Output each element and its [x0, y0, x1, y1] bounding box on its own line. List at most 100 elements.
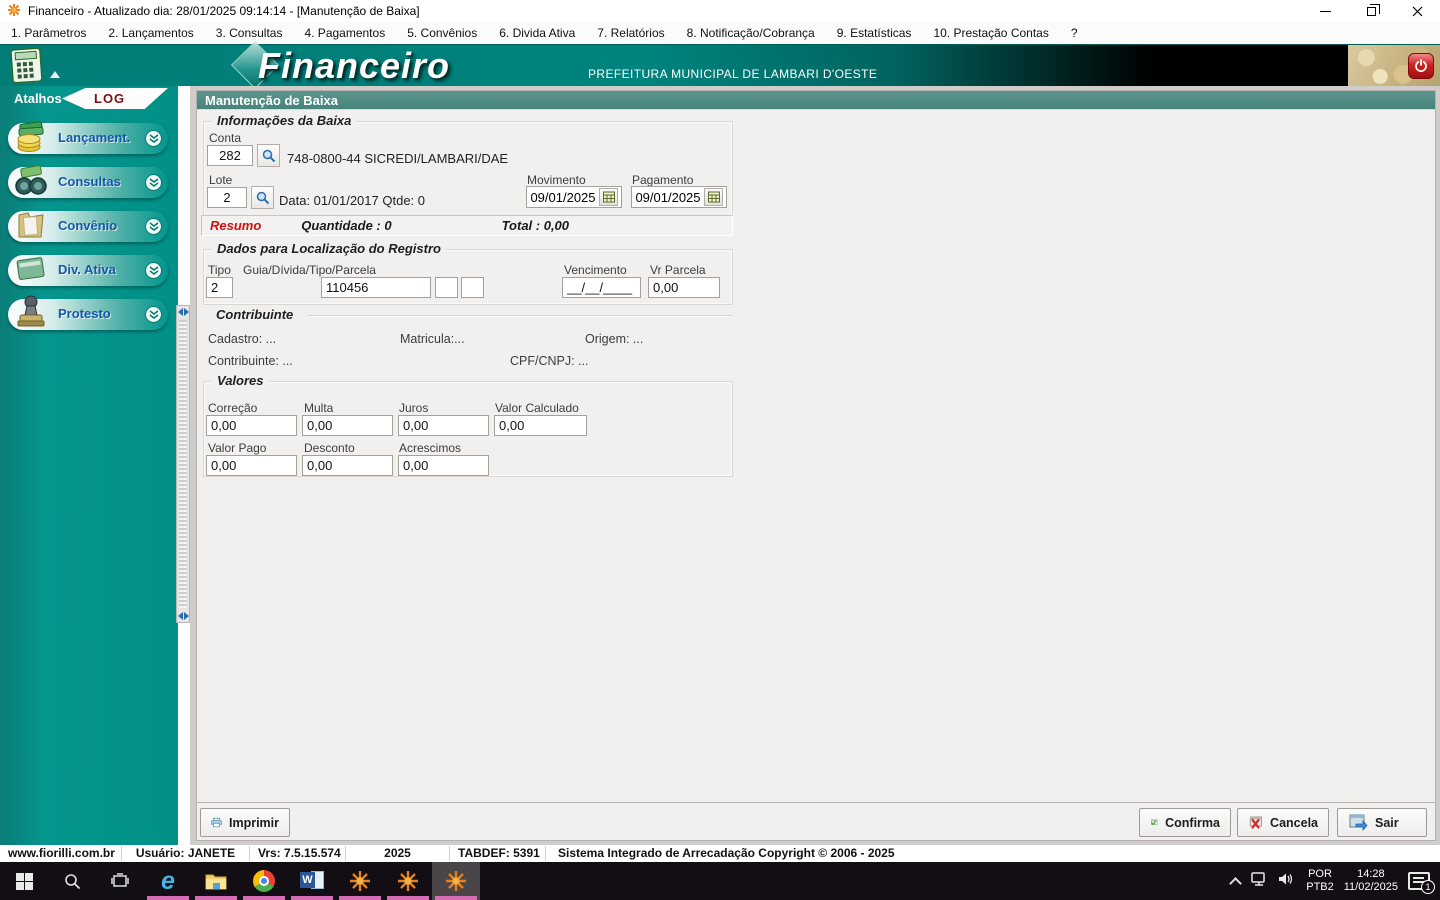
calendar-icon[interactable] — [704, 188, 723, 206]
exit-icon — [1348, 814, 1368, 832]
lote-search-button[interactable] — [251, 186, 274, 209]
cpf-cnpj-text: CPF/CNPJ: ... — [510, 354, 588, 368]
sidebar-item-lancamento[interactable]: Lançament. — [8, 123, 168, 154]
close-button[interactable] — [1394, 0, 1440, 22]
tipo2-input[interactable] — [435, 277, 458, 298]
taskbar-search-icon[interactable] — [48, 862, 96, 900]
menu-pagamentos[interactable]: 4. Pagamentos — [293, 22, 396, 44]
network-icon[interactable] — [1250, 872, 1268, 891]
sidebar-item-div-ativa[interactable]: Div. Ativa — [8, 255, 168, 286]
juros-input[interactable] — [398, 415, 489, 436]
menu-notificacao-cobranca[interactable]: 8. Notificação/Cobrança — [676, 22, 826, 44]
power-button[interactable] — [1408, 53, 1434, 79]
desconto-label: Desconto — [304, 441, 355, 455]
confirma-button[interactable]: Confirma — [1139, 808, 1231, 837]
menu-consultas[interactable]: 3. Consultas — [205, 22, 294, 44]
chrome-icon[interactable] — [240, 862, 288, 900]
origem-text: Origem: ... — [585, 332, 643, 346]
menu-parametros[interactable]: 1. Parâmetros — [0, 22, 97, 44]
stamp-icon — [12, 293, 50, 336]
vencimento-input[interactable] — [562, 277, 641, 298]
restore-button[interactable] — [1348, 0, 1394, 22]
system-tray: POR PTB2 14:28 11/02/2025 1 — [1231, 862, 1440, 900]
conta-input[interactable] — [207, 145, 253, 166]
lote-descricao: Data: 01/01/2017 Qtde: 0 — [279, 193, 425, 208]
clock[interactable]: 14:28 11/02/2025 — [1344, 868, 1398, 894]
conta-descricao: 748-0800-44 SICREDI/LAMBARI/DAE — [287, 151, 508, 166]
cancela-button[interactable]: Cancela — [1237, 808, 1329, 837]
menu-convenios[interactable]: 5. Convênios — [396, 22, 488, 44]
lote-input[interactable] — [207, 187, 247, 208]
fiorilli-app-icon[interactable] — [336, 862, 384, 900]
multa-input[interactable] — [302, 415, 393, 436]
desconto-input[interactable] — [302, 455, 393, 476]
parcela-input[interactable] — [461, 277, 484, 298]
os-titlebar: Financeiro - Atualizado dia: 28/01/2025 … — [0, 0, 1440, 22]
valor-calculado-input[interactable] — [494, 415, 587, 436]
start-button[interactable] — [0, 862, 48, 900]
internet-explorer-icon[interactable]: e — [144, 862, 192, 900]
movimento-input[interactable] — [527, 190, 599, 205]
speaker-icon[interactable] — [1278, 872, 1296, 891]
calendar-icon[interactable] — [599, 188, 618, 206]
taskbar: e W — [0, 862, 1440, 900]
acrescimos-input[interactable] — [398, 455, 489, 476]
notification-icon[interactable]: 1 — [1408, 872, 1430, 890]
movimento-label: Movimento — [527, 173, 586, 187]
status-year: 2025 — [346, 846, 450, 861]
folder-icon — [12, 205, 50, 248]
atalhos-label: Atalhos — [14, 91, 62, 106]
word-icon[interactable]: W — [288, 862, 336, 900]
chevron-down-icon[interactable] — [145, 174, 162, 191]
sidebar: Atalhos LOG Lançament. — [0, 86, 178, 845]
chevron-down-icon[interactable] — [145, 306, 162, 323]
lote-label: Lote — [209, 173, 232, 187]
sidebar-item-convenio[interactable]: Convênio — [8, 211, 168, 242]
language-indicator[interactable]: POR PTB2 — [1306, 868, 1334, 894]
collapse-arrow-icon[interactable] — [50, 71, 60, 78]
book-icon — [12, 249, 50, 292]
chevron-down-icon[interactable] — [145, 262, 162, 279]
pagamento-datebox — [631, 186, 727, 208]
entity-name: PREFEITURA MUNICIPAL DE LAMBARI D'OESTE — [588, 67, 877, 81]
chevron-down-icon[interactable] — [145, 130, 162, 147]
file-explorer-icon[interactable] — [192, 862, 240, 900]
menu-help[interactable]: ? — [1060, 22, 1089, 44]
panel-title: Manutenção de Baixa — [197, 91, 1435, 110]
pagamento-input[interactable] — [632, 190, 704, 205]
fiorilli-flower-icon — [7, 3, 21, 20]
valor-pago-input[interactable] — [206, 455, 297, 476]
sidebar-item-consultas[interactable]: Consultas — [8, 167, 168, 198]
fiorilli-app-icon-active[interactable] — [432, 862, 480, 900]
multa-label: Multa — [304, 401, 333, 415]
guia-label: Guia/Dívida/Tipo/Parcela — [243, 263, 376, 277]
manutencao-baixa-window: Manutenção de Baixa Informações da Baixa… — [196, 90, 1436, 841]
sidebar-splitter[interactable] — [176, 305, 190, 623]
menu-prestacao-contas[interactable]: 10. Prestação Contas — [922, 22, 1059, 44]
tipo-input[interactable] — [206, 277, 233, 298]
correcao-input[interactable] — [206, 415, 297, 436]
resumo-total: Total : 0,00 — [502, 218, 569, 233]
menu-lancamentos[interactable]: 2. Lançamentos — [97, 22, 204, 44]
tray-expand-icon[interactable] — [1229, 877, 1242, 890]
matricula-text: Matricula:... — [400, 332, 465, 346]
imprimir-button[interactable]: Imprimir — [200, 808, 290, 837]
vr-parcela-input[interactable] — [648, 277, 720, 298]
log-button[interactable]: LOG — [62, 88, 168, 109]
calculator-icon[interactable] — [10, 48, 44, 89]
guia-input[interactable] — [321, 277, 431, 298]
menu-divida-ativa[interactable]: 6. Divida Ativa — [488, 22, 586, 44]
pagamento-label: Pagamento — [632, 173, 693, 187]
minimize-button[interactable] — [1302, 0, 1348, 22]
menu-estatisticas[interactable]: 9. Estatísticas — [826, 22, 923, 44]
sidebar-item-protesto[interactable]: Protesto — [8, 299, 168, 330]
menu-relatorios[interactable]: 7. Relatórios — [586, 22, 675, 44]
task-view-icon[interactable] — [96, 862, 144, 900]
sair-button[interactable]: Sair — [1337, 808, 1427, 837]
money-books-icon — [12, 117, 50, 160]
chevron-down-icon[interactable] — [145, 218, 162, 235]
conta-search-button[interactable] — [257, 144, 280, 167]
status-version: Vrs: 7.5.15.574 — [250, 846, 346, 861]
juros-label: Juros — [399, 401, 428, 415]
fiorilli-app-icon[interactable] — [384, 862, 432, 900]
